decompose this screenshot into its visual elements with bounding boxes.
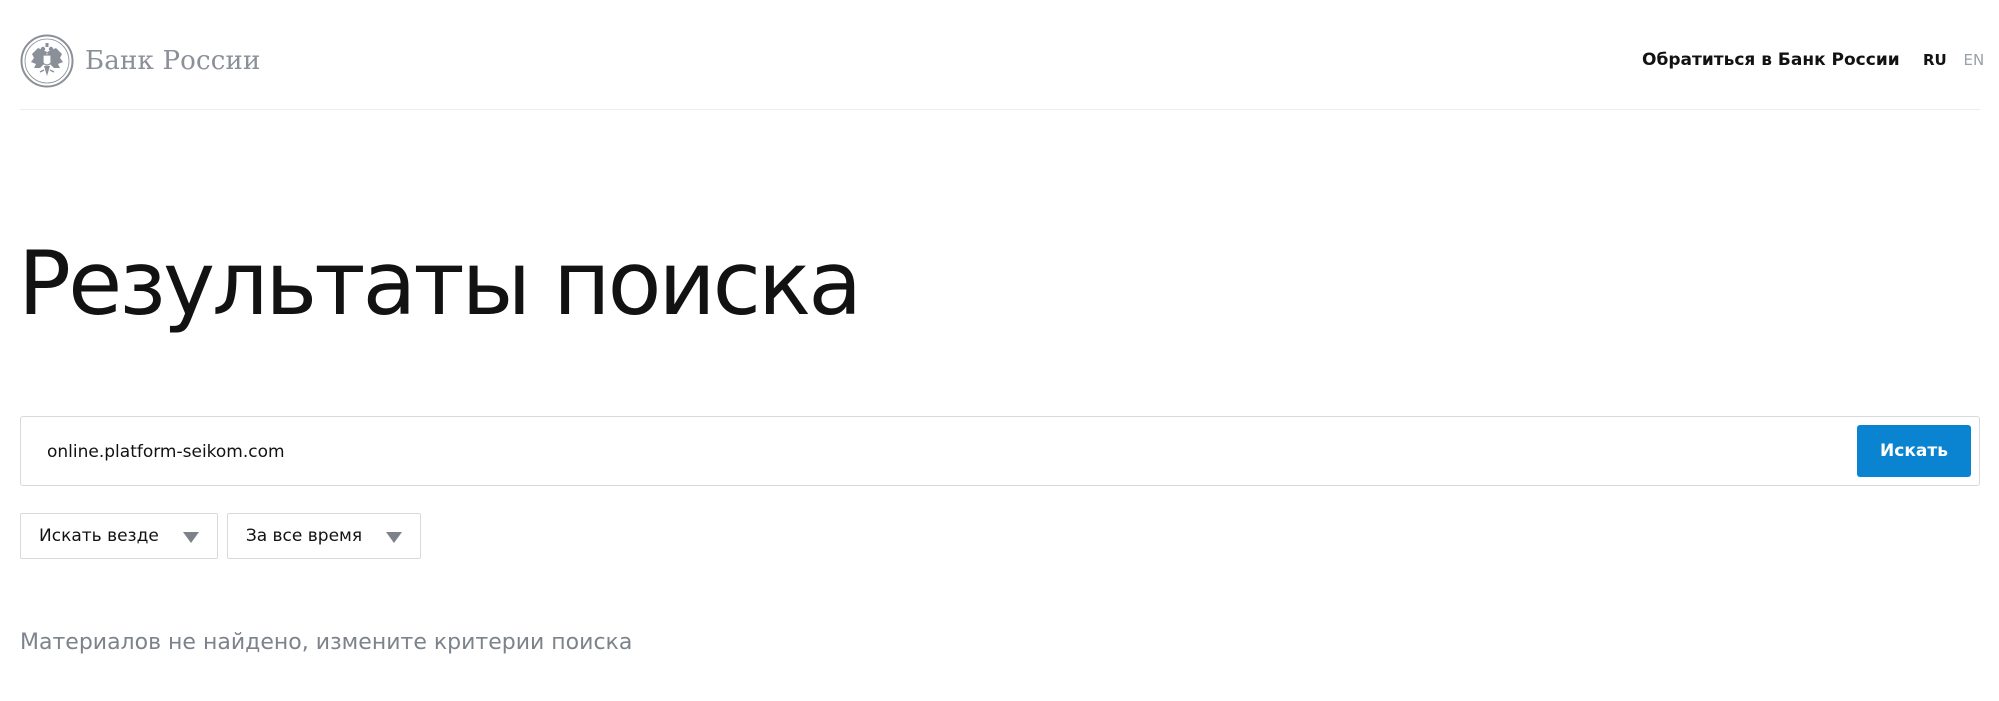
triangle-down-icon xyxy=(386,532,403,543)
search-filters: Искать везде За все время xyxy=(20,513,430,559)
search-form: Искать xyxy=(20,416,1980,486)
logo-link[interactable]: Банк России xyxy=(20,34,261,88)
site-header: Банк России Обратиться в Банк России RU … xyxy=(20,0,1984,110)
lang-en-link[interactable]: EN xyxy=(1964,51,1985,69)
page: Банк России Обратиться в Банк России RU … xyxy=(0,0,1999,701)
language-switcher: RU EN xyxy=(1923,51,1984,69)
triangle-down-icon xyxy=(182,532,199,543)
search-button[interactable]: Искать xyxy=(1857,425,1971,477)
filter-period-select[interactable]: За все время xyxy=(226,513,422,559)
filter-scope-label: Искать везде xyxy=(39,526,159,546)
filter-scope-select[interactable]: Искать везде xyxy=(20,513,218,559)
contact-bank-link[interactable]: Обратиться в Банк России xyxy=(1642,50,1900,70)
filter-period-label: За все время xyxy=(245,526,363,546)
page-title: Результаты поиска xyxy=(18,232,862,335)
logo-text: Банк России xyxy=(85,46,261,76)
eagle-emblem-icon xyxy=(20,34,74,88)
empty-results-message: Материалов не найдено, измените критерии… xyxy=(20,630,633,655)
lang-ru-link[interactable]: RU xyxy=(1923,51,1947,69)
search-input[interactable] xyxy=(47,429,1847,475)
